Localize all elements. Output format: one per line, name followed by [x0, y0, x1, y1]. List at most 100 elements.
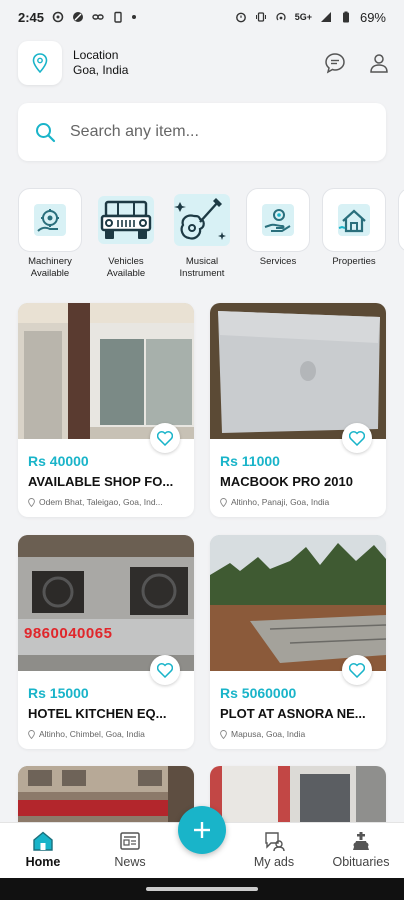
location-label: Location	[73, 48, 119, 62]
category-vehicles-tile[interactable]	[94, 188, 158, 252]
hotspot-icon	[276, 12, 286, 21]
plus-icon	[194, 822, 210, 838]
category-machinery[interactable]: Machinery Available	[18, 188, 82, 284]
location-pin-icon	[28, 497, 35, 507]
nav-my-ads-label: My ads	[253, 855, 295, 869]
listing-location-text: Mapusa, Goa, India	[231, 729, 306, 739]
listing-location-text: Odem Bhat, Taleigao, Goa, Ind...	[39, 497, 163, 507]
category-label: Vehicles Available	[106, 256, 146, 279]
house-icon	[338, 204, 370, 236]
listing-image-interior	[210, 766, 386, 824]
network-type: 5G+	[294, 12, 312, 22]
listing-location-text: Altinho, Panaji, Goa, India	[231, 497, 330, 507]
location-value: Goa, India	[73, 63, 129, 77]
gesture-bar-area	[0, 878, 404, 900]
notification-dot-icon	[132, 15, 137, 19]
listing-title: MACBOOK PRO 2010	[220, 474, 353, 489]
chat-icon[interactable]	[324, 52, 346, 74]
listing-image-plot	[210, 535, 386, 671]
location-pin-icon	[220, 497, 227, 507]
jeep-icon	[98, 196, 154, 244]
listing-title: HOTEL KITCHEN EQ...	[28, 706, 167, 721]
heart-icon	[157, 430, 173, 446]
listing-image-shop	[18, 303, 194, 439]
vibrate-icon	[255, 12, 266, 22]
nav-news-label: News	[114, 855, 146, 869]
listing-title: AVAILABLE SHOP FO...	[28, 474, 174, 489]
category-properties-tile[interactable]	[322, 188, 386, 252]
nav-home-label: Home	[25, 855, 61, 869]
category-vehicles[interactable]: Vehicles Available	[94, 188, 158, 284]
category-services-tile[interactable]	[246, 188, 310, 252]
link-status-icon	[92, 14, 104, 20]
nav-news[interactable]: News	[95, 831, 165, 869]
location-pin-icon	[32, 53, 48, 73]
location-pin-icon	[220, 729, 227, 739]
listing-image-caption: 9860040065	[24, 625, 113, 642]
category-label: Services	[259, 256, 297, 267]
category-label: Musical Instrument	[179, 256, 225, 279]
search-bar[interactable]	[18, 103, 386, 161]
listing-location: Altinho, Panaji, Goa, India	[220, 497, 380, 507]
category-next-tile[interactable]	[398, 188, 404, 252]
listing-price: Rs 15000	[28, 685, 89, 701]
favorite-button[interactable]	[150, 655, 180, 685]
listing-card[interactable]: Rs 5060000 PLOT AT ASNORA NE... Mapusa, …	[210, 535, 386, 749]
block-status-icon	[73, 12, 84, 22]
favorite-button[interactable]	[342, 423, 372, 453]
news-icon	[120, 832, 140, 850]
home-icon	[33, 831, 53, 851]
app-header: Location Goa, India	[18, 40, 390, 86]
services-icon	[262, 204, 294, 236]
nav-obituaries[interactable]: Obituaries	[326, 831, 396, 869]
status-bar: 2:45 5G+ 69%	[0, 0, 404, 34]
listing-price: Rs 40000	[28, 453, 89, 469]
search-icon	[36, 123, 56, 143]
category-label: Machinery Available	[28, 256, 72, 279]
nav-obituaries-label: Obituaries	[332, 855, 390, 869]
status-time: 2:45	[18, 9, 45, 25]
listing-card[interactable]	[18, 766, 194, 824]
location-pin-icon	[28, 729, 35, 739]
search-input[interactable]	[70, 123, 350, 141]
listing-title: PLOT AT ASNORA NE...	[220, 706, 366, 721]
category-musical[interactable]: Musical Instrument	[170, 188, 234, 284]
listing-location: Altinho, Chimbel, Goa, India	[28, 729, 188, 739]
clipboard-status-icon	[114, 11, 122, 23]
location-button[interactable]	[18, 41, 62, 85]
heart-icon	[349, 662, 365, 678]
listing-location: Mapusa, Goa, India	[220, 729, 380, 739]
listing-card[interactable]: 9860040065 Rs 15000 HOTEL KITCHEN EQ... …	[18, 535, 194, 749]
listing-location-text: Altinho, Chimbel, Goa, India	[39, 729, 145, 739]
listing-location: Odem Bhat, Taleigao, Goa, Ind...	[28, 497, 188, 507]
battery-percent: 69%	[359, 9, 386, 25]
favorite-button[interactable]	[342, 655, 372, 685]
listing-image-macbook	[210, 303, 386, 439]
gesture-handle[interactable]	[146, 887, 258, 891]
my-ads-icon	[265, 832, 285, 851]
machinery-icon	[34, 204, 66, 236]
category-label: Properties	[332, 256, 376, 267]
category-row: Machinery Available Vehicles Available M…	[18, 188, 404, 284]
favorite-button[interactable]	[150, 423, 180, 453]
listing-image-building	[18, 766, 194, 824]
listing-card[interactable]: Rs 40000 AVAILABLE SHOP FO... Odem Bhat,…	[18, 303, 194, 517]
post-ad-button[interactable]	[178, 806, 226, 854]
profile-icon[interactable]	[368, 52, 390, 74]
heart-icon	[157, 662, 173, 678]
category-services[interactable]: Services	[246, 188, 310, 284]
battery-icon	[342, 11, 349, 23]
category-musical-tile[interactable]	[170, 188, 234, 252]
heart-icon	[349, 430, 365, 446]
listing-card[interactable]	[210, 766, 386, 824]
signal-icon	[320, 12, 331, 22]
nav-my-ads[interactable]: My ads	[239, 831, 309, 869]
category-properties[interactable]: Properties	[322, 188, 386, 284]
location-text[interactable]: Location Goa, India	[73, 48, 128, 78]
listing-card[interactable]: Rs 11000 MACBOOK PRO 2010 Altinho, Panaj…	[210, 303, 386, 517]
nav-home[interactable]: Home	[8, 831, 78, 869]
category-machinery-tile[interactable]	[18, 188, 82, 252]
listing-price: Rs 11000	[220, 453, 280, 469]
alarm-icon	[235, 12, 246, 23]
obituaries-icon	[353, 832, 369, 850]
